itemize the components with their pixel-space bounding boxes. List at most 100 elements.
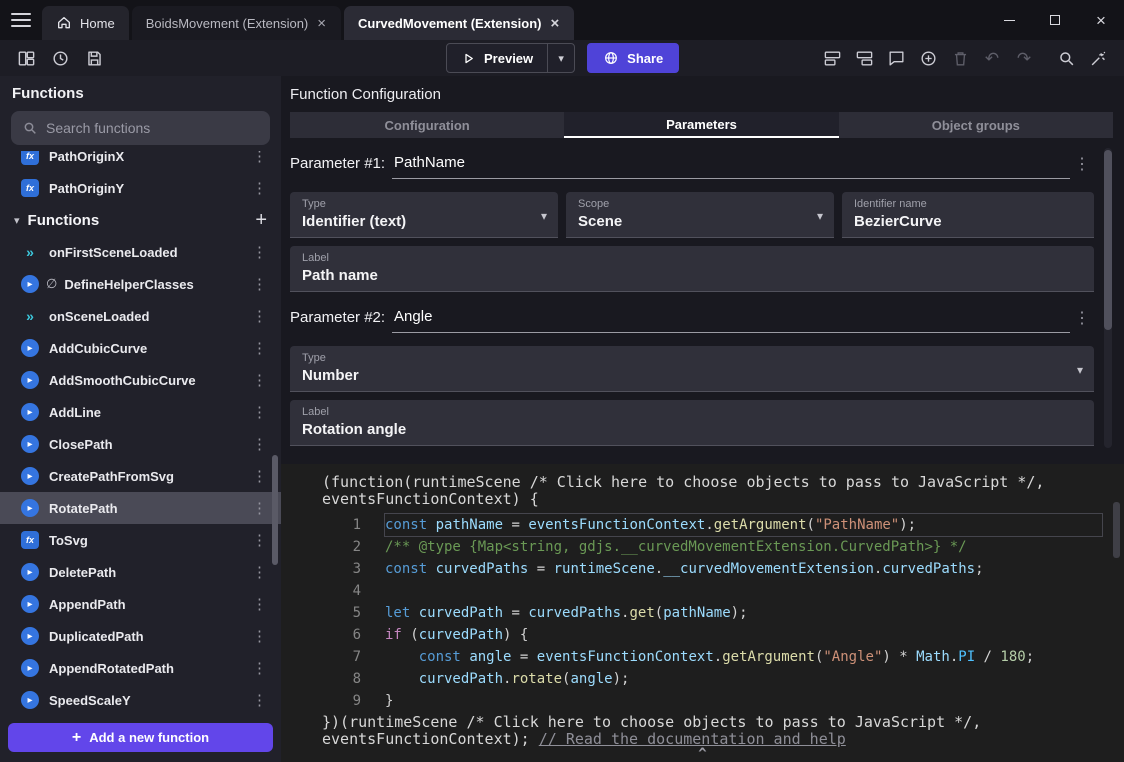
function-item[interactable]: ▸SpeedScaleY⋮	[0, 684, 281, 716]
row-menu-icon[interactable]: ⋮	[248, 339, 271, 357]
code-line[interactable]: 3const curvedPaths = runtimeScene.__curv…	[281, 558, 1124, 580]
add-function-label: Add a new function	[89, 730, 209, 745]
add-function-icon[interactable]: +	[253, 210, 269, 230]
function-item[interactable]: ▸AppendPath⋮	[0, 588, 281, 620]
row-menu-icon[interactable]: ⋮	[248, 403, 271, 421]
code-line[interactable]: 7 const angle = eventsFunctionContext.ge…	[281, 646, 1124, 668]
function-name: DuplicatedPath	[49, 629, 238, 644]
tab-parameters[interactable]: Parameters	[564, 112, 838, 138]
window-controls: ×	[986, 0, 1124, 40]
row-menu-icon[interactable]: ⋮	[248, 243, 271, 261]
field-value: Identifier (text)	[302, 213, 530, 230]
row-menu-icon[interactable]: ⋮	[248, 595, 271, 613]
search-icon[interactable]	[1052, 44, 1080, 72]
label-field[interactable]: Label Path name	[290, 246, 1094, 292]
extension-settings-wand-icon[interactable]	[1084, 44, 1112, 72]
function-item[interactable]: ▸∅DefineHelperClasses⋮	[0, 268, 281, 300]
add-subevent-icon[interactable]	[850, 44, 878, 72]
config-scrollbar[interactable]	[1104, 150, 1112, 330]
function-name: DefineHelperClasses	[64, 277, 238, 292]
row-menu-icon[interactable]: ⋮	[248, 563, 271, 581]
function-item[interactable]: ▸AddSmoothCubicCurve⋮	[0, 364, 281, 396]
tab-object-groups[interactable]: Object groups	[839, 112, 1113, 138]
parameter-menu-icon[interactable]: ⋮	[1070, 308, 1094, 333]
close-button[interactable]: ×	[1078, 0, 1124, 40]
preview-button[interactable]: Preview ▾	[446, 43, 575, 73]
code-line[interactable]: 5let curvedPath = curvedPaths.get(pathNa…	[281, 602, 1124, 624]
tab-boidsmovement[interactable]: BoidsMovement (Extension) ×	[132, 6, 341, 40]
function-item[interactable]: fxToSvg⋮	[0, 524, 281, 556]
code-line[interactable]: 6if (curvedPath) {	[281, 624, 1124, 646]
code-line[interactable]: 4	[281, 580, 1124, 602]
tab-home[interactable]: Home	[42, 6, 129, 40]
add-comment-icon[interactable]	[882, 44, 910, 72]
type-select[interactable]: Type Number ▾	[290, 346, 1094, 392]
redo-icon[interactable]: ↷	[1010, 44, 1038, 72]
function-item[interactable]: »onFirstSceneLoaded⋮	[0, 236, 281, 268]
tab-label: Home	[80, 16, 115, 31]
row-menu-icon[interactable]: ⋮	[248, 275, 271, 293]
preview-options-caret-icon[interactable]: ▾	[548, 52, 574, 65]
main-menu-icon[interactable]	[0, 0, 42, 40]
minimize-button[interactable]	[986, 0, 1032, 40]
type-select[interactable]: Type Identifier (text) ▾	[290, 192, 558, 238]
row-menu-icon[interactable]: ⋮	[248, 627, 271, 645]
identifier-name-field[interactable]: Identifier name BezierCurve	[842, 192, 1094, 238]
undo-icon[interactable]: ↶	[978, 44, 1006, 72]
function-item[interactable]: »onSceneLoaded⋮	[0, 300, 281, 332]
label-field[interactable]: Label Rotation angle	[290, 400, 1094, 446]
row-menu-icon[interactable]: ⋮	[248, 531, 271, 549]
save-icon[interactable]	[80, 44, 108, 72]
function-item[interactable]: ▸RotatePath⋮	[0, 492, 281, 524]
function-item[interactable]: ▸ClosePath⋮	[0, 428, 281, 460]
close-tab-icon[interactable]: ×	[316, 16, 327, 31]
close-tab-icon[interactable]: ×	[550, 16, 561, 31]
search-box[interactable]	[11, 111, 270, 145]
functions-section-header[interactable]: ▾Functions+	[0, 204, 281, 236]
sidebar-scrollbar[interactable]	[272, 455, 278, 565]
code-line[interactable]: 1const pathName = eventsFunctionContext.…	[281, 514, 1124, 536]
history-icon[interactable]	[46, 44, 74, 72]
editor-layout-icon[interactable]	[12, 44, 40, 72]
function-item[interactable]: fxPathOriginX⋮	[0, 151, 281, 172]
tab-curvedmovement[interactable]: CurvedMovement (Extension) ×	[344, 6, 574, 40]
function-item[interactable]: ▸AddCubicCurve⋮	[0, 332, 281, 364]
delete-icon[interactable]	[946, 44, 974, 72]
add-new-function-button[interactable]: + Add a new function	[8, 723, 273, 752]
function-item[interactable]: ▸DeletePath⋮	[0, 556, 281, 588]
row-menu-icon[interactable]: ⋮	[248, 371, 271, 389]
tab-configuration[interactable]: Configuration	[290, 112, 564, 138]
add-event-icon[interactable]	[818, 44, 846, 72]
code-lines[interactable]: 1const pathName = eventsFunctionContext.…	[281, 514, 1124, 712]
function-name: PathOriginX	[49, 151, 238, 164]
row-menu-icon[interactable]: ⋮	[248, 467, 271, 485]
parameter-name-field[interactable]: PathName	[392, 154, 1070, 179]
code-scrollbar[interactable]	[1113, 502, 1120, 558]
maximize-button[interactable]	[1032, 0, 1078, 40]
documentation-link[interactable]: // Read the documentation and help	[539, 730, 846, 748]
function-item[interactable]: ▸AddLine⋮	[0, 396, 281, 428]
code-line[interactable]: 9}	[281, 690, 1124, 712]
share-button[interactable]: Share	[587, 43, 679, 73]
row-menu-icon[interactable]: ⋮	[248, 435, 271, 453]
choose-event-icon[interactable]	[914, 44, 942, 72]
collapse-editor-chevron-icon[interactable]: ^	[698, 746, 706, 762]
scope-select[interactable]: Scope Scene ▾	[566, 192, 834, 238]
code-line[interactable]: 2/** @type {Map<string, gdjs.__curvedMov…	[281, 536, 1124, 558]
parameter-menu-icon[interactable]: ⋮	[1070, 154, 1094, 179]
function-item[interactable]: ▸CreatePathFromSvg⋮	[0, 460, 281, 492]
code-line[interactable]: 8 curvedPath.rotate(angle);	[281, 668, 1124, 690]
share-label: Share	[627, 51, 663, 66]
row-menu-icon[interactable]: ⋮	[248, 691, 271, 709]
row-menu-icon[interactable]: ⋮	[248, 179, 271, 197]
function-item[interactable]: ▸AppendRotatedPath⋮	[0, 652, 281, 684]
javascript-code-editor[interactable]: (function(runtimeScene /* Click here to …	[281, 464, 1124, 762]
search-functions-input[interactable]	[46, 120, 259, 136]
parameter-name-field[interactable]: Angle	[392, 308, 1070, 333]
function-item[interactable]: fxPathOriginY⋮	[0, 172, 281, 204]
row-menu-icon[interactable]: ⋮	[248, 659, 271, 677]
function-item[interactable]: ▸DuplicatedPath⋮	[0, 620, 281, 652]
row-menu-icon[interactable]: ⋮	[248, 151, 271, 165]
row-menu-icon[interactable]: ⋮	[248, 307, 271, 325]
row-menu-icon[interactable]: ⋮	[248, 499, 271, 517]
